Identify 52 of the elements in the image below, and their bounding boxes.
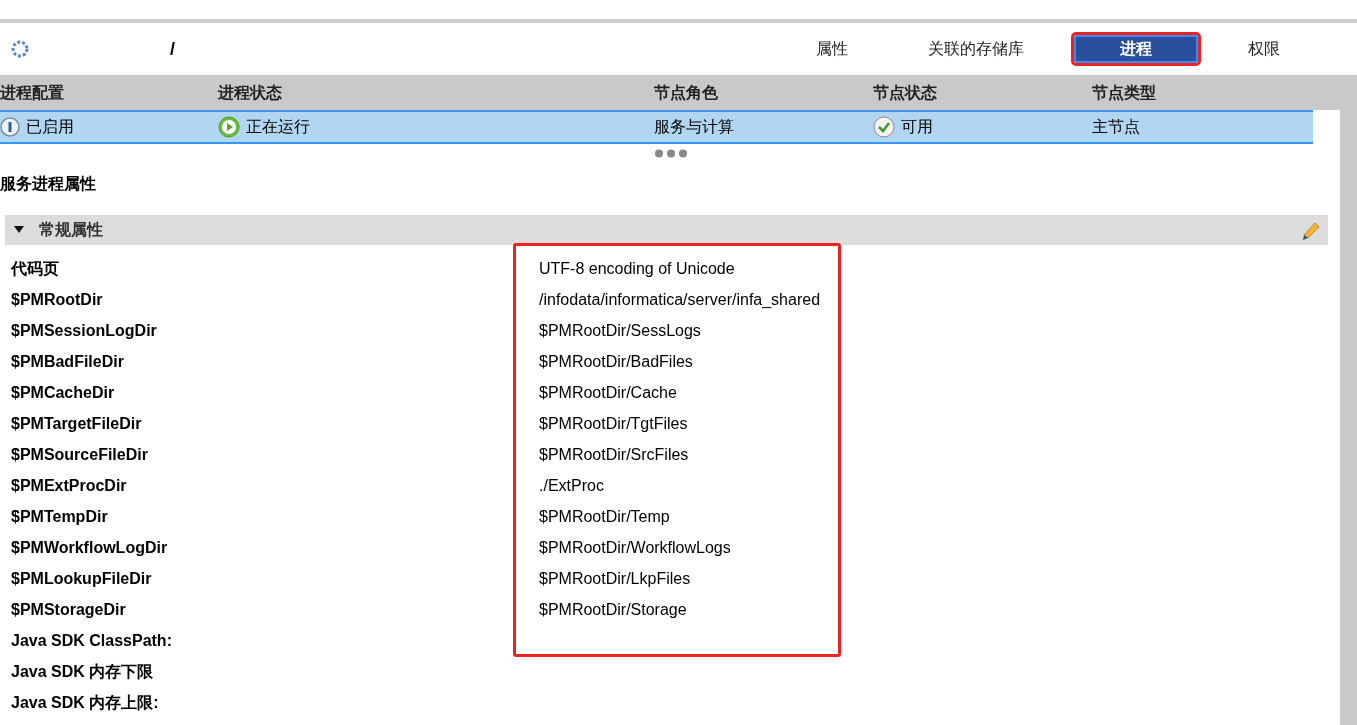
property-name: $PMTargetFileDir [11,413,143,434]
pause-icon [0,117,20,137]
column-header: 节点角色 [654,83,718,101]
property-value: UTF-8 encoding of Unicode [539,258,735,279]
tab[interactable]: 权限 [1208,35,1320,63]
triangle-icon [14,226,24,234]
property-value: $PMRootDir/Storage [539,599,687,620]
table-cell-text: 可用 [901,117,933,137]
splitter-handle-icon[interactable] [653,149,688,158]
tab[interactable]: 关联的存储库 [888,35,1064,63]
group-header[interactable]: 常规属性 [5,215,1328,245]
section-title: 服务进程属性 [0,175,96,192]
property-name: $PMWorkflowLogDir [11,537,169,558]
property-value: $PMRootDir/TgtFiles [539,413,688,434]
property-name: Java SDK 内存上限: [11,692,160,713]
property-name: $PMTempDir [11,506,109,527]
column-header: 进程状态 [218,83,282,101]
property-name: $PMSourceFileDir [11,444,149,465]
table-cell-text: 主节点 [1092,117,1140,137]
property-value: /infodata/informatica/server/infa_shared [539,289,821,310]
property-value: ./ExtProc [539,475,604,496]
property-value: $PMRootDir/LkpFiles [539,568,691,589]
property-name: 代码页 [11,258,60,279]
scrollbar[interactable] [1340,75,1357,725]
table-cell-text: 正在运行 [246,117,310,137]
property-name: $PMLookupFileDir [11,568,153,589]
column-header: 节点类型 [1092,83,1156,101]
service-title: / [170,37,175,61]
property-value: $PMRootDir/Temp [539,506,670,527]
property-name: $PMExtProcDir [11,475,128,496]
group-title: 常规属性 [39,220,103,240]
tab[interactable]: 属性 [776,35,888,63]
table-row[interactable]: 已启用 正在运行 服务与计算 可用 主节点 [0,110,1313,144]
property-value: $PMRootDir/SessLogs [539,320,701,341]
property-name: $PMBadFileDir [11,351,125,372]
column-header: 节点状态 [873,83,937,101]
column-header: 进程配置 [0,83,64,101]
property-name: $PMRootDir [11,289,104,310]
property-value: $PMRootDir/Cache [539,382,677,403]
check-icon [873,116,895,138]
property-name: Java SDK ClassPath: [11,630,173,651]
property-value: $PMRootDir/WorkflowLogs [539,537,731,558]
property-name: $PMSessionLogDir [11,320,158,341]
table-cell-text: 服务与计算 [654,117,734,137]
property-value: $PMRootDir/BadFiles [539,351,693,372]
property-value: $PMRootDir/SrcFiles [539,444,689,465]
play-icon [218,116,240,138]
table-cell-text: 已启用 [26,117,74,137]
tab[interactable]: 进程 [1074,35,1198,63]
property-name: $PMCacheDir [11,382,116,403]
property-name: $PMStorageDir [11,599,127,620]
property-name: Java SDK 内存下限 [11,661,155,682]
